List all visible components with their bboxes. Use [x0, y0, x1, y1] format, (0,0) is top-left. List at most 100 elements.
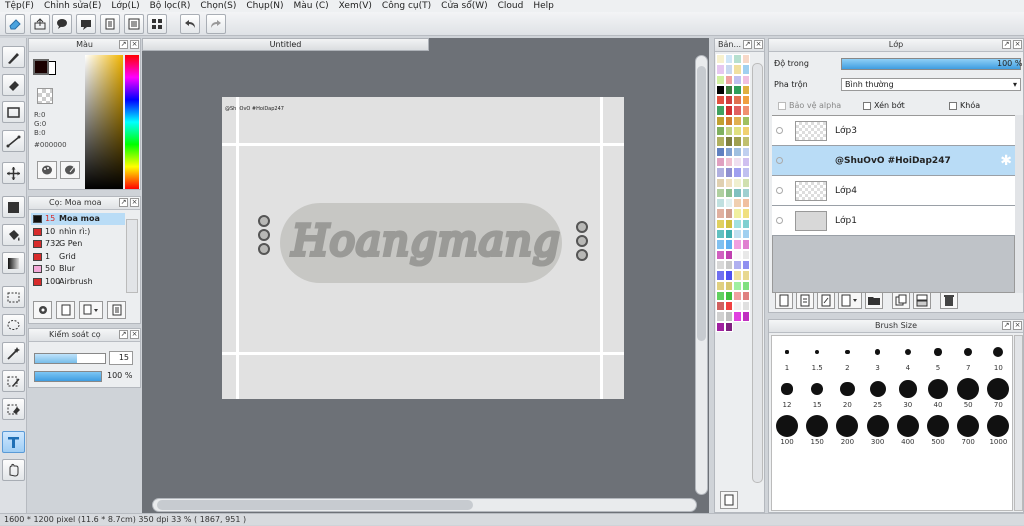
- brush-settings-button[interactable]: [33, 301, 52, 319]
- brush-size-option[interactable]: 10: [983, 340, 1013, 372]
- color-swatch[interactable]: [733, 167, 742, 178]
- brush-size-option[interactable]: 15: [802, 377, 832, 409]
- color-swatch[interactable]: [724, 187, 733, 199]
- color-swatch[interactable]: [733, 270, 742, 281]
- eye-icon[interactable]: [776, 217, 783, 224]
- color-swatch[interactable]: [724, 156, 733, 168]
- color-swatch[interactable]: [741, 84, 750, 96]
- brush-size-option[interactable]: 1000: [983, 414, 1013, 446]
- brush-size-scrollbar[interactable]: [1014, 335, 1023, 511]
- layer-add-dropdown[interactable]: [838, 291, 862, 309]
- swatch-doc-button[interactable]: [720, 491, 738, 509]
- panel-close-button[interactable]: ×: [130, 40, 139, 49]
- color-swatch[interactable]: [724, 218, 733, 230]
- color-swatch[interactable]: [716, 105, 725, 116]
- panel-close-button[interactable]: ×: [130, 198, 139, 207]
- color-swatch[interactable]: [741, 218, 750, 230]
- color-swatch[interactable]: [741, 177, 750, 188]
- color-swatch[interactable]: [733, 290, 742, 302]
- text-tool[interactable]: [2, 431, 25, 453]
- color-swatch[interactable]: [724, 259, 733, 271]
- blend-mode-select[interactable]: Bình thường ▾: [841, 78, 1021, 91]
- menu-item[interactable]: Màu (C): [289, 0, 334, 12]
- color-swatch[interactable]: [741, 115, 750, 127]
- menu-item[interactable]: Chụp(N): [241, 0, 288, 12]
- brush-size-option[interactable]: 25: [863, 377, 893, 409]
- color-swatch[interactable]: [724, 146, 733, 157]
- line-tool[interactable]: [2, 130, 25, 152]
- panel-float-button[interactable]: ↗: [1002, 40, 1011, 49]
- merge-layer-button[interactable]: [913, 291, 931, 309]
- brush-list-item[interactable]: 15 Moa moa: [31, 213, 125, 225]
- brush-size-option[interactable]: 40: [923, 377, 953, 409]
- hand-tool[interactable]: [2, 459, 25, 481]
- layer-row[interactable]: Lớp1: [772, 206, 1015, 236]
- eraser-tool[interactable]: [2, 74, 25, 96]
- color-swatch[interactable]: [733, 208, 742, 219]
- brush-size-option[interactable]: 3: [863, 340, 893, 372]
- color-swatch[interactable]: [716, 311, 725, 322]
- color-swatch[interactable]: [741, 311, 750, 322]
- color-swatch[interactable]: [724, 54, 733, 65]
- new-brush-button[interactable]: [56, 301, 75, 319]
- color-swatch[interactable]: [724, 177, 733, 188]
- color-swatch[interactable]: [741, 249, 750, 260]
- color-swatch[interactable]: [716, 177, 725, 188]
- color-swatch[interactable]: [741, 64, 750, 75]
- undo-button[interactable]: [180, 14, 200, 34]
- color-swatch[interactable]: [724, 290, 733, 302]
- color-swatch[interactable]: [724, 239, 733, 250]
- gear-icon[interactable]: ✱: [1000, 153, 1012, 169]
- color-swatch[interactable]: [733, 126, 742, 137]
- color-swatch[interactable]: [741, 136, 750, 147]
- color-swatch[interactable]: [724, 74, 733, 85]
- color-swatch[interactable]: [733, 105, 742, 116]
- menu-item[interactable]: Chỉnh sửa(E): [39, 0, 106, 12]
- color-swatch[interactable]: [724, 280, 733, 291]
- menu-item[interactable]: Help: [528, 0, 559, 12]
- layer-row[interactable]: Lớp4: [772, 176, 1015, 206]
- magic-wand-tool[interactable]: [2, 342, 25, 364]
- color-swatch[interactable]: [741, 156, 750, 168]
- color-swatch[interactable]: [741, 187, 750, 199]
- eye-icon[interactable]: [776, 187, 783, 194]
- color-swatch[interactable]: [724, 95, 733, 106]
- vertical-scroll-thumb[interactable]: [697, 66, 706, 341]
- menu-item[interactable]: Cloud: [493, 0, 529, 12]
- color-swatch[interactable]: [733, 229, 742, 240]
- brush-size-option[interactable]: 1.5: [802, 340, 832, 372]
- menu-item[interactable]: Bộ lọc(R): [145, 0, 196, 12]
- lock-checkbox[interactable]: Khóa: [949, 101, 980, 110]
- list-button[interactable]: [124, 14, 144, 34]
- eye-icon[interactable]: [776, 157, 783, 164]
- color-swatch[interactable]: [716, 115, 725, 127]
- color-swatch[interactable]: [716, 95, 725, 106]
- menu-item[interactable]: Chọn(S): [195, 0, 241, 12]
- panel-float-button[interactable]: ↗: [119, 40, 128, 49]
- brush-size-option[interactable]: 1: [772, 340, 802, 372]
- color-swatch[interactable]: [716, 187, 725, 199]
- color-swatch[interactable]: [733, 198, 742, 209]
- color-swatch[interactable]: [716, 229, 725, 240]
- swatch-scrollbar[interactable]: [752, 63, 763, 483]
- color-swatch[interactable]: [716, 126, 725, 137]
- color-swatch[interactable]: [724, 311, 733, 322]
- color-swatch[interactable]: [741, 208, 750, 219]
- brush-list-item[interactable]: 1 Grid: [31, 251, 125, 263]
- color-swatch[interactable]: [733, 218, 742, 230]
- palette-edit-button[interactable]: [60, 161, 80, 179]
- brush-size-option[interactable]: 20: [832, 377, 862, 409]
- color-swatch[interactable]: [741, 198, 750, 209]
- color-swatch[interactable]: [716, 259, 725, 271]
- color-swatch[interactable]: [724, 208, 733, 219]
- brush-size-option[interactable]: 50: [953, 377, 983, 409]
- grid-button[interactable]: [147, 14, 167, 34]
- panel-float-button[interactable]: ↗: [1002, 321, 1011, 330]
- hue-slider[interactable]: [125, 55, 139, 189]
- select-eraser-tool[interactable]: [2, 398, 25, 420]
- brush-opacity-slider[interactable]: [34, 371, 102, 382]
- saturation-value-picker[interactable]: [85, 55, 123, 189]
- color-swatch[interactable]: [733, 177, 742, 188]
- brush-list-item[interactable]: 100 Airbrush: [31, 276, 125, 288]
- menu-item[interactable]: Cửa sổ(W): [436, 0, 492, 12]
